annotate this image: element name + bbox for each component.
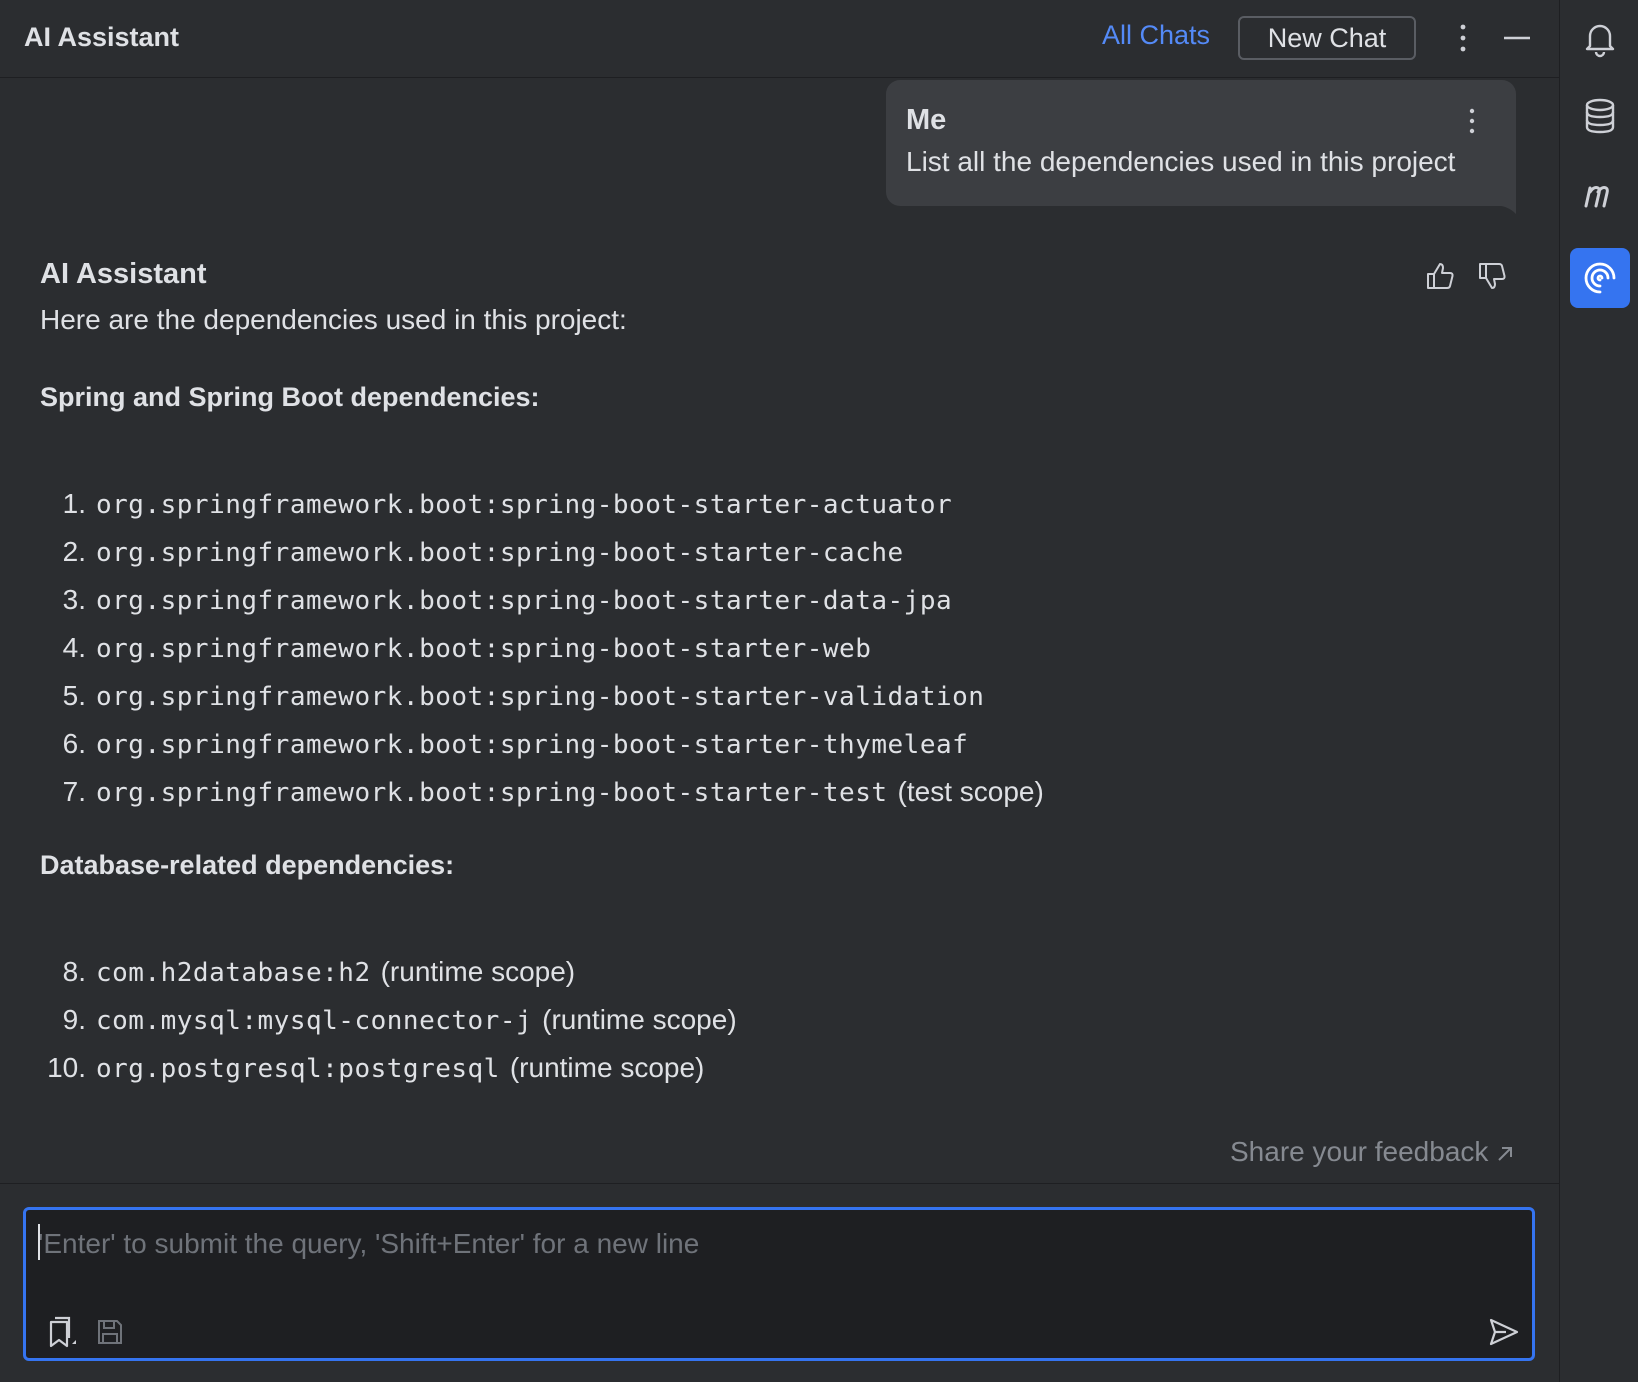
share-feedback-link[interactable]: Share your feedback bbox=[1230, 1136, 1514, 1168]
bubble-tail bbox=[1492, 198, 1516, 214]
attach-context-icon[interactable] bbox=[46, 1316, 80, 1350]
thumbs-up-icon[interactable] bbox=[1424, 260, 1456, 292]
panel-title: AI Assistant bbox=[24, 22, 180, 52]
dependency-item: 5. org.springframework.boot:spring-boot-s… bbox=[0, 680, 984, 720]
item-number: 8. bbox=[62, 956, 86, 987]
ai-assistant-panel: AI Assistant All Chats New Chat Me List … bbox=[0, 0, 1559, 1382]
section-heading: Database-related dependencies: bbox=[40, 850, 455, 880]
thumbs-down-icon[interactable] bbox=[1476, 260, 1508, 292]
user-message-bubble: Me List all the dependencies used in thi… bbox=[886, 80, 1516, 206]
dependency-item: 7. org.springframework.boot:spring-boot-s… bbox=[0, 776, 1044, 816]
database-icon[interactable] bbox=[1580, 96, 1620, 136]
assistant-intro-text: Here are the dependencies used in this p… bbox=[40, 304, 627, 335]
dependency-code: org.postgresql:postgresql bbox=[96, 1054, 500, 1084]
dependency-scope: (runtime scope) bbox=[542, 1004, 737, 1035]
dependency-item: 3. org.springframework.boot:spring-boot-s… bbox=[0, 584, 952, 624]
m-icon[interactable] bbox=[1580, 174, 1620, 214]
dependency-item: 6. org.springframework.boot:spring-boot-s… bbox=[0, 728, 968, 768]
minimize-icon[interactable] bbox=[1502, 24, 1532, 52]
item-number: 5. bbox=[62, 680, 86, 711]
item-number: 7. bbox=[62, 776, 86, 807]
input-divider bbox=[0, 1183, 1559, 1184]
share-feedback-label: Share your feedback bbox=[1230, 1136, 1489, 1167]
section-heading: Spring and Spring Boot dependencies: bbox=[40, 382, 540, 412]
dependency-code: org.springframework.boot:spring-boot-sta… bbox=[96, 538, 904, 568]
dependency-item: 2. org.springframework.boot:spring-boot-s… bbox=[0, 536, 904, 576]
dependency-code: com.h2database:h2 bbox=[96, 958, 371, 988]
dependency-item: 4. org.springframework.boot:spring-boot-s… bbox=[0, 632, 871, 672]
all-chats-link[interactable]: All Chats bbox=[1102, 20, 1210, 51]
new-chat-button[interactable]: New Chat bbox=[1238, 16, 1416, 60]
item-number: 1. bbox=[62, 488, 86, 519]
item-number: 9. bbox=[62, 1004, 86, 1035]
save-prompt-icon[interactable] bbox=[96, 1318, 124, 1346]
user-message-author: Me bbox=[906, 104, 947, 136]
dependency-code: org.springframework.boot:spring-boot-sta… bbox=[96, 490, 953, 520]
dependency-code: org.springframework.boot:spring-boot-sta… bbox=[96, 682, 985, 712]
text-caret bbox=[38, 1224, 40, 1260]
send-icon[interactable] bbox=[1488, 1316, 1520, 1348]
item-number: 4. bbox=[62, 632, 86, 663]
ai-assistant-icon bbox=[1584, 262, 1616, 294]
right-tool-strip bbox=[1559, 0, 1638, 1382]
query-input[interactable] bbox=[38, 1224, 1418, 1264]
more-options-icon[interactable] bbox=[1456, 22, 1470, 54]
dependency-item: 8. com.h2database:h2 (runtime scope) bbox=[0, 956, 575, 996]
ai-assistant-tool-button[interactable] bbox=[1570, 248, 1630, 308]
dependency-code: org.springframework.boot:spring-boot-sta… bbox=[96, 778, 888, 808]
message-options-icon[interactable] bbox=[1466, 106, 1478, 136]
external-arrow-icon bbox=[1498, 1146, 1513, 1161]
item-number: 3. bbox=[62, 584, 86, 615]
user-message-text: List all the dependencies used in this p… bbox=[906, 146, 1456, 177]
item-number: 10. bbox=[47, 1052, 86, 1083]
dependency-code: org.springframework.boot:spring-boot-sta… bbox=[96, 634, 872, 664]
item-number: 2. bbox=[62, 536, 86, 567]
panel-header: AI Assistant All Chats New Chat bbox=[0, 0, 1559, 78]
dependency-code: org.springframework.boot:spring-boot-sta… bbox=[96, 730, 969, 760]
dependency-code: com.mysql:mysql-connector-j bbox=[96, 1006, 533, 1036]
item-number: 6. bbox=[62, 728, 86, 759]
dependency-code: org.springframework.boot:spring-boot-sta… bbox=[96, 586, 953, 616]
dependency-scope: (test scope) bbox=[897, 776, 1044, 807]
assistant-message-author: AI Assistant bbox=[40, 258, 207, 290]
dependency-item: 10. org.postgresql:postgresql (runtime sco… bbox=[0, 1052, 704, 1092]
dependency-scope: (runtime scope) bbox=[509, 1052, 705, 1083]
dependency-item: 9. com.mysql:mysql-connector-j (runtime sc… bbox=[0, 1004, 737, 1044]
dependency-item: 1. org.springframework.boot:spring-boot-s… bbox=[0, 488, 952, 528]
dependency-scope: (runtime scope) bbox=[380, 956, 576, 987]
query-input-container[interactable] bbox=[23, 1207, 1535, 1361]
bell-icon[interactable] bbox=[1580, 18, 1620, 58]
